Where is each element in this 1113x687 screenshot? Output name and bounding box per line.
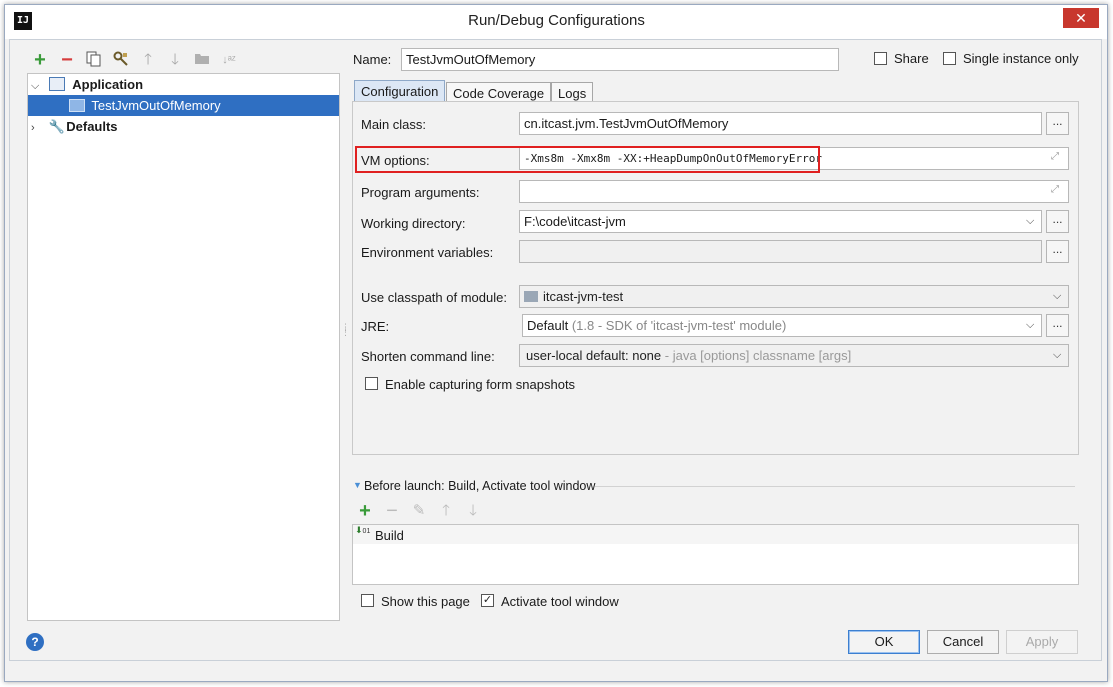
show-this-page-checkbox[interactable] xyxy=(361,594,374,607)
classpath-module-value: itcast-jvm-test xyxy=(543,289,624,304)
jre-browse-button[interactable]: ... xyxy=(1046,314,1069,337)
tree-label-defaults: Defaults xyxy=(66,119,118,134)
single-instance-checkbox[interactable] xyxy=(943,52,956,65)
move-up-icon[interactable]: 🡑 xyxy=(139,51,157,69)
cancel-button[interactable]: Cancel xyxy=(927,630,999,654)
share-checkbox[interactable] xyxy=(874,52,887,65)
module-folder-icon xyxy=(524,291,538,302)
before-launch-header: Before launch: Build, Activate tool wind… xyxy=(364,479,596,493)
classpath-module-label: Use classpath of module: xyxy=(361,290,507,305)
working-directory-label: Working directory: xyxy=(361,216,466,231)
section-divider xyxy=(595,486,1075,487)
build-icon: ⬇01 xyxy=(355,525,371,536)
environment-variables-label: Environment variables: xyxy=(361,245,494,260)
chevron-down-icon[interactable]: ⌵ xyxy=(1053,290,1061,303)
move-down-icon[interactable]: 🡓 xyxy=(166,51,184,69)
apply-button[interactable]: Apply xyxy=(1006,630,1078,654)
run-config-icon xyxy=(69,99,85,112)
classpath-module-select[interactable]: itcast-jvm-test xyxy=(519,285,1069,308)
sort-icon[interactable]: ↓ᵃᶻ xyxy=(220,51,238,69)
expand-icon[interactable]: ⤢ xyxy=(1051,184,1059,195)
ok-button[interactable]: OK xyxy=(848,630,920,654)
edit-task-icon[interactable]: ✎ xyxy=(410,502,428,520)
list-item[interactable] xyxy=(353,525,1078,544)
tab-configuration[interactable]: Configuration xyxy=(354,80,446,103)
main-class-browse-button[interactable]: ... xyxy=(1046,112,1069,135)
before-launch-item-build: Build xyxy=(375,528,404,543)
chevron-down-icon[interactable]: ⌵ xyxy=(1026,215,1034,228)
show-this-page-label: Show this page xyxy=(381,594,470,609)
tree-label-application: Application xyxy=(72,77,144,92)
collapse-triangle-icon[interactable]: ▼ xyxy=(353,480,362,490)
tree-label-selected: TestJvmOutOfMemory xyxy=(91,98,221,113)
tree-item-testjvmoutofmemory[interactable]: TestJvmOutOfMemory xyxy=(28,95,339,116)
jre-value: Default xyxy=(527,318,569,333)
close-icon[interactable]: ✕ xyxy=(1063,8,1099,28)
folder-icon[interactable] xyxy=(193,51,211,69)
window-title: Run/Debug Configurations xyxy=(468,12,645,29)
jre-select[interactable]: Default (1.8 - SDK of 'itcast-jvm-test' … xyxy=(522,314,1042,337)
program-arguments-field[interactable] xyxy=(519,180,1069,203)
chevron-down-icon[interactable]: ⌵ xyxy=(31,76,45,97)
environment-variables-browse-button[interactable]: ... xyxy=(1046,240,1069,263)
copy-icon[interactable] xyxy=(85,51,103,69)
name-field[interactable]: TestJvmOutOfMemory xyxy=(401,48,839,71)
shorten-hint: - java [options] classname [args] xyxy=(664,348,852,363)
splitter-grip[interactable]: ⋮⋮ xyxy=(341,323,350,345)
remove-icon[interactable]: − xyxy=(58,50,76,70)
tree-node-application[interactable]: ⌵ Application xyxy=(31,74,336,95)
add-task-icon[interactable]: + xyxy=(356,501,374,521)
tree-node-defaults[interactable]: › 🔧 Defaults xyxy=(31,116,336,137)
single-instance-label: Single instance only xyxy=(963,51,1079,66)
add-icon[interactable]: + xyxy=(31,50,49,70)
activate-tool-window-checkbox[interactable]: ✓ xyxy=(481,594,494,607)
chevron-down-icon[interactable]: ⌵ xyxy=(1026,319,1034,332)
help-icon[interactable]: ? xyxy=(26,633,44,651)
working-directory-field[interactable]: F:\code\itcast-jvm xyxy=(519,210,1042,233)
program-arguments-label: Program arguments: xyxy=(361,185,480,200)
name-label: Name: xyxy=(353,52,392,67)
chevron-right-icon[interactable]: › xyxy=(31,118,45,139)
share-label: Share xyxy=(894,51,929,66)
edit-defaults-icon[interactable] xyxy=(112,51,130,69)
configuration-tree[interactable] xyxy=(27,73,340,621)
activate-tool-window-label: Activate tool window xyxy=(501,594,619,609)
expand-icon[interactable]: ⤢ xyxy=(1051,151,1059,162)
main-class-label: Main class: xyxy=(361,117,427,132)
defaults-wrench-icon: 🔧 xyxy=(48,119,65,134)
environment-variables-field[interactable] xyxy=(519,240,1042,263)
working-directory-browse-button[interactable]: ... xyxy=(1046,210,1069,233)
capture-snapshots-checkbox[interactable] xyxy=(365,377,378,390)
shorten-value: user-local default: none xyxy=(526,348,662,363)
application-config-icon xyxy=(48,77,65,91)
remove-task-icon[interactable]: − xyxy=(383,501,401,521)
shorten-command-line-label: Shorten command line: xyxy=(361,349,495,364)
chevron-down-icon[interactable]: ⌵ xyxy=(1053,349,1061,362)
capture-snapshots-label: Enable capturing form snapshots xyxy=(385,377,576,392)
shorten-command-line-select[interactable]: user-local default: none - java [options… xyxy=(519,344,1069,367)
move-task-down-icon[interactable]: 🡓 xyxy=(464,502,482,520)
vm-options-highlight xyxy=(355,146,820,173)
main-class-field[interactable]: cn.itcast.jvm.TestJvmOutOfMemory xyxy=(519,112,1042,135)
move-task-up-icon[interactable]: 🡑 xyxy=(437,502,455,520)
jre-label: JRE: xyxy=(361,319,390,334)
jre-hint: (1.8 - SDK of 'itcast-jvm-test' module) xyxy=(571,318,787,333)
